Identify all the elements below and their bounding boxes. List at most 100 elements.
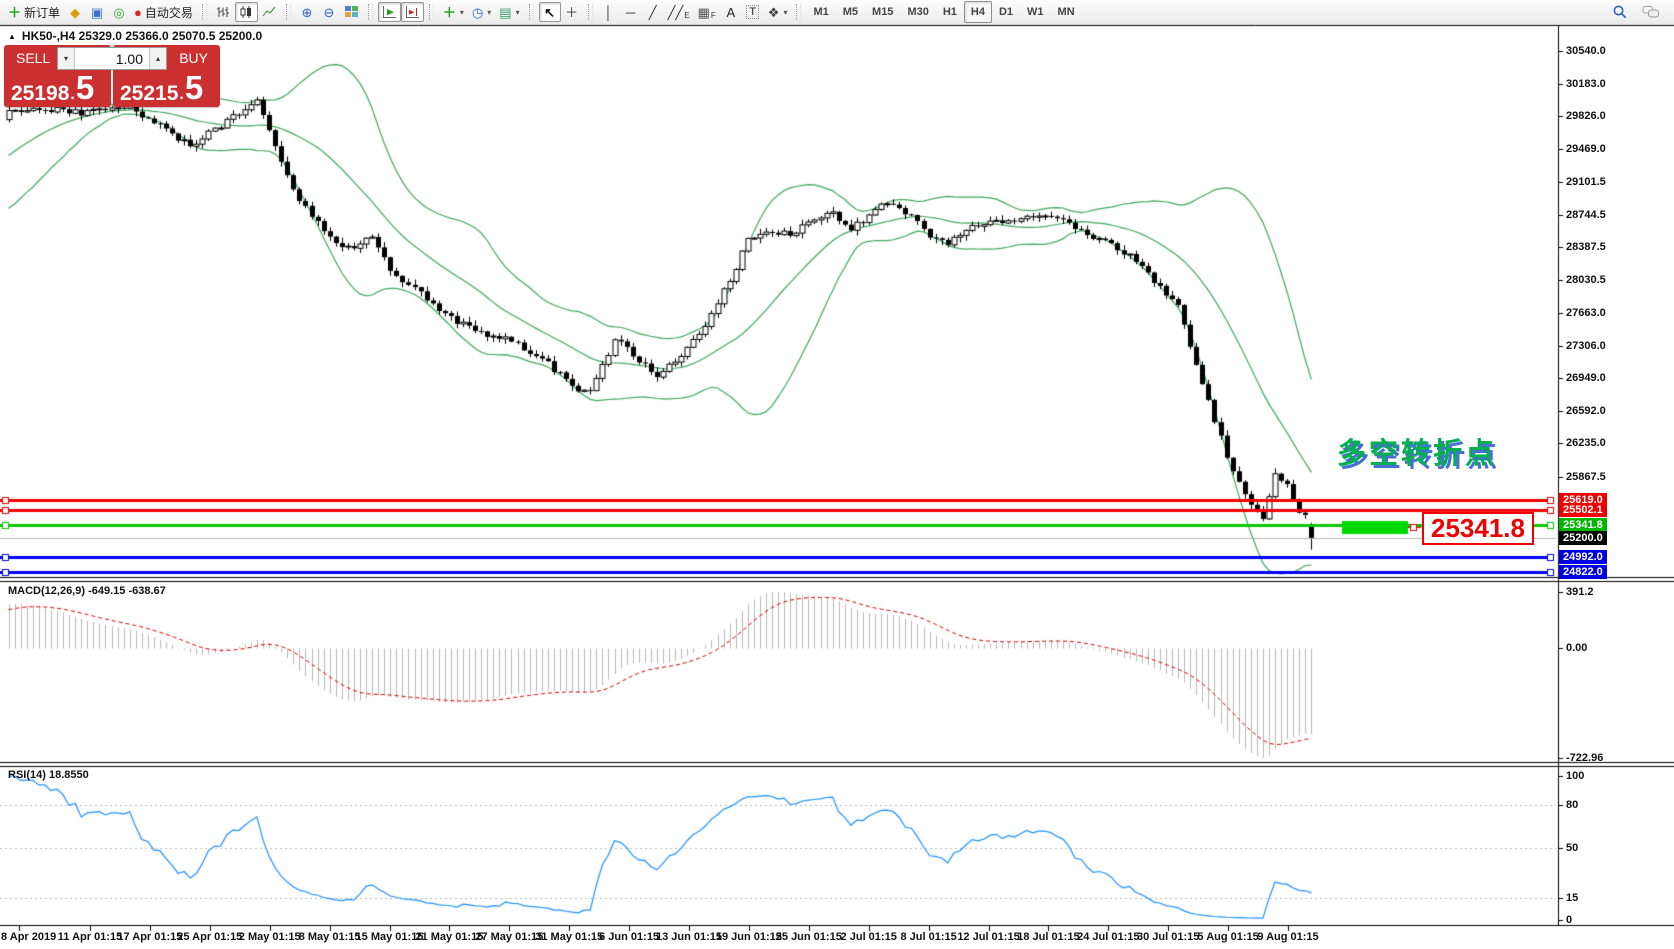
macd-axis-tick: -722.96	[1566, 752, 1603, 764]
volume-control: ▾ 1.00 ▴	[57, 47, 167, 70]
arrows-button[interactable]: ❖▾	[764, 2, 792, 22]
buy-button[interactable]: BUY	[179, 50, 208, 66]
tile-windows-icon	[344, 5, 359, 19]
line-chart-button[interactable]	[258, 2, 281, 22]
buy-price-dot: .	[179, 87, 183, 103]
chart-shift-icon	[405, 5, 420, 19]
templates-dropdown-arrow[interactable]: ▾	[516, 8, 520, 17]
toolbar-separator	[286, 4, 291, 20]
signals-icon: ◎	[113, 6, 124, 19]
sell-button[interactable]: SELL	[16, 50, 50, 66]
auto-scroll-icon	[382, 5, 397, 19]
time-axis-label: 15 May 01:15	[356, 931, 424, 943]
tile-windows-button[interactable]	[340, 2, 363, 22]
timeframe-mn-button[interactable]: MN	[1051, 1, 1082, 23]
auto-scroll-button[interactable]	[378, 2, 401, 22]
indicators-dropdown-arrow[interactable]: ▾	[460, 8, 464, 17]
chat-button[interactable]	[1638, 2, 1664, 22]
zoom-in-button[interactable]: ⊕	[296, 2, 318, 22]
autotrading-button[interactable]: ●自动交易	[130, 2, 197, 22]
bar-chart-button[interactable]	[212, 2, 235, 22]
time-axis-label: 8 Jul 01:15	[900, 931, 956, 943]
new-order-label: 新订单	[24, 4, 60, 21]
fibonacci-subscript: F	[711, 10, 716, 21]
horizontal-line-button[interactable]: ─	[620, 2, 642, 22]
toolbar-separator	[368, 4, 373, 20]
templates-icon: ▤	[499, 6, 511, 19]
equidistant-channel-icon: ╱╱	[668, 6, 684, 19]
price-line-badge: 25341.8	[1559, 518, 1607, 532]
time-axis-label: 25 Apr 01:15	[177, 931, 242, 943]
crosshair-button[interactable]: ＋	[561, 2, 583, 22]
macd-axis-tick: 0.00	[1566, 642, 1587, 654]
volume-decrease-button[interactable]: ▾	[58, 48, 75, 69]
search-icon	[1612, 4, 1628, 20]
timeframe-w1-button[interactable]: W1	[1020, 1, 1051, 23]
templates-button[interactable]: ▤▾	[495, 2, 523, 22]
candlestick-chart-button[interactable]	[235, 2, 258, 22]
rsi-axis-tick: 80	[1566, 799, 1578, 811]
rsi-axis-tick: 100	[1566, 770, 1584, 782]
time-axis-label: 13 Jun 01:15	[656, 931, 722, 943]
periods-dropdown-arrow[interactable]: ▾	[487, 8, 491, 17]
timeframe-d1-button[interactable]: D1	[992, 1, 1020, 23]
trendline-button[interactable]: ╱	[642, 2, 664, 22]
timeframe-h1-button[interactable]: H1	[936, 1, 964, 23]
fibonacci-icon: ▦	[698, 6, 710, 19]
timeframe-m15-button[interactable]: M15	[865, 1, 900, 23]
text-label-icon: T	[746, 5, 759, 19]
arrows-dropdown-arrow[interactable]: ▾	[783, 8, 787, 17]
y-axis-tick: 29469.0	[1566, 143, 1606, 155]
time-axis-label: 30 Jul 01:15	[1137, 931, 1199, 943]
periods-icon: ◷	[472, 6, 483, 19]
chart-shift-button[interactable]	[401, 2, 424, 22]
volume-increase-button[interactable]: ▴	[149, 48, 166, 69]
rsi-indicator-label: RSI(14) 18.8550	[8, 769, 89, 781]
indicators-button[interactable]: ＋▾	[439, 2, 468, 22]
rsi-axis-tick: 15	[1566, 892, 1578, 904]
volume-input[interactable]: 1.00	[75, 48, 149, 69]
sell-price-dot: .	[70, 87, 74, 103]
autotrading-label: 自动交易	[145, 4, 193, 21]
text-label-button[interactable]: T	[742, 2, 764, 22]
timeframe-m1-button[interactable]: M1	[806, 1, 835, 23]
bar-chart-icon	[216, 5, 231, 19]
time-axis-label: 21 May 01:15	[415, 931, 483, 943]
time-axis-label: 8 May 01:15	[299, 931, 361, 943]
chart-window-button[interactable]: ▣	[86, 2, 108, 22]
sell-price: 25198 . 5	[11, 71, 94, 104]
time-axis-label: 5 Aug 01:15	[1197, 931, 1258, 943]
timeframe-m30-button[interactable]: M30	[900, 1, 935, 23]
text-button[interactable]: A	[720, 2, 742, 22]
chart-window-icon: ▣	[91, 6, 103, 19]
time-axis-label: 12 Jul 01:15	[957, 931, 1019, 943]
search-button[interactable]	[1608, 2, 1632, 22]
new-order-icon: ＋	[8, 6, 21, 19]
fibonacci-button[interactable]: ▦F	[694, 2, 720, 22]
price-line-badge: 24992.0	[1559, 550, 1607, 564]
new-chart-button[interactable]: ◆	[64, 2, 86, 22]
y-axis-tick: 28030.5	[1566, 274, 1606, 286]
vertical-line-button[interactable]: │	[598, 2, 620, 22]
collapse-icon[interactable]: ▲	[8, 32, 16, 41]
indicators-icon: ＋	[443, 6, 456, 19]
signals-button[interactable]: ◎	[108, 2, 130, 22]
cursor-icon: ↖	[544, 6, 555, 19]
new-order-button[interactable]: ＋新订单	[4, 2, 64, 22]
y-axis-tick: 28744.5	[1566, 209, 1606, 221]
equidistant-channel-button[interactable]: ╱╱E	[664, 2, 694, 22]
cursor-button[interactable]: ↖	[539, 2, 561, 22]
price-line-badge: 25200.0	[1559, 531, 1607, 545]
chat-icon	[1642, 5, 1660, 19]
equidistant-channel-subscript: E	[684, 10, 689, 21]
sell-price-main: 25198	[11, 83, 69, 104]
y-axis-tick: 29101.5	[1566, 176, 1606, 188]
time-axis-label: 24 Jul 01:15	[1077, 931, 1139, 943]
periods-button[interactable]: ◷▾	[468, 2, 495, 22]
time-axis-label: 31 May 01:15	[535, 931, 603, 943]
timeframe-h4-button[interactable]: H4	[964, 1, 992, 23]
timeframe-m5-button[interactable]: M5	[836, 1, 865, 23]
toolbar-separator	[529, 4, 534, 20]
zoom-out-button[interactable]: ⊖	[318, 2, 340, 22]
price-chart-canvas[interactable]	[0, 0, 1674, 949]
